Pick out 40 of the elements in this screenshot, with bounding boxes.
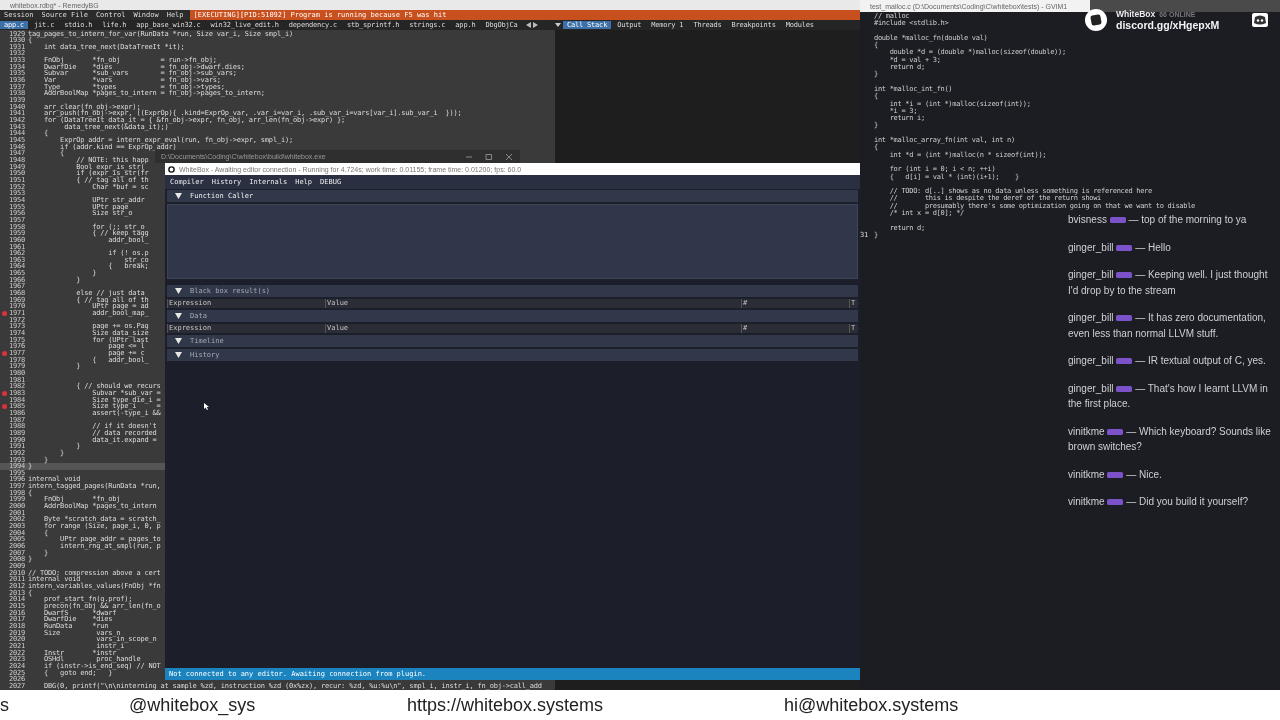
chat-message: vinitkme — Which keyboard? Sounds like brown switches? [1068,424,1272,454]
window-controls-icon[interactable] [466,153,514,160]
twitch-badge-icon [1116,358,1133,365]
banner-text: s [0,695,9,716]
breakpoint-icon[interactable] [1,310,7,316]
twitch-badge-icon [1116,385,1133,392]
chat-message: vinitkme — Nice. [1068,467,1163,482]
twitch-badge-icon [1116,272,1133,279]
scroll-arrows-icon[interactable] [525,22,538,28]
banner-text: @whitebox_sys [129,695,256,716]
app-logo-icon [168,165,175,173]
expanded-triangle-icon[interactable] [175,338,182,344]
chat-message: bvisness — top of the morning to ya [1068,213,1248,227]
expanded-triangle-icon[interactable] [175,313,182,319]
twitch-badge-icon [1116,244,1133,251]
chat-message: vinitkme — Did you build it yourself? [1068,495,1249,509]
twitch-badge-icon [1107,499,1124,506]
expanded-triangle-icon[interactable] [175,288,182,294]
breakpoint-icon[interactable] [1,404,7,410]
chat-message: ginger_bill — Hello [1068,240,1172,255]
mouse-cursor-icon [204,403,209,410]
twitch-badge-icon [1107,428,1124,435]
chat-message: ginger_bill — That's how I learnt LLVM in the first place. [1068,381,1269,411]
chat-message: ginger_bill — IR textual output of C, yes. [1068,354,1267,368]
twitch-badge-icon [1107,471,1124,478]
chat-message: ginger_bill — Keeping well. I just thought I'd drop by to the stream [1068,268,1269,298]
logo-icon [1084,8,1108,32]
chat-message: ginger_bill — It has zero documentation, even less than normal LLVM stuff. [1068,311,1267,341]
twitch-badge-icon [1116,315,1133,322]
invite-link[interactable]: discord.gg/xHgepxM [1116,19,1220,31]
expanded-triangle-icon[interactable] [175,352,182,358]
banner-text: hi@whitebox.systems [784,695,959,716]
twitch-badge-icon [1109,217,1126,224]
breakpoint-icon[interactable] [1,390,7,396]
expanded-triangle-icon[interactable] [175,193,182,199]
channel-name: WhiteBox [1116,9,1156,19]
dropdown-icon[interactable] [555,22,561,28]
discord-icon [1252,13,1268,27]
breakpoint-icon[interactable] [1,350,7,356]
banner-text: https://whitebox.systems [407,695,604,716]
